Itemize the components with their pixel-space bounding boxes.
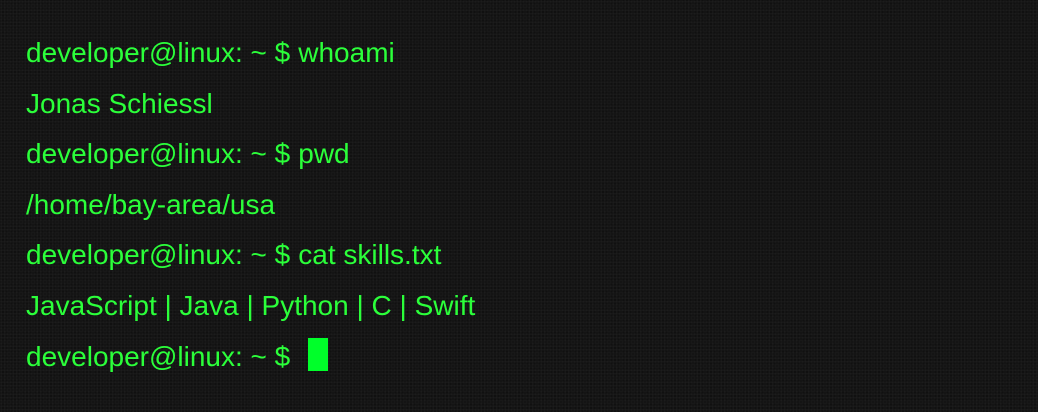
command-output: Jonas Schiessl <box>26 85 1038 136</box>
terminal-window[interactable]: developer@linux: ~ $ whoami Jonas Schiess… <box>0 0 1038 412</box>
command-line: developer@linux: ~ $ pwd <box>26 135 1038 186</box>
prompt: developer@linux: ~ $ <box>26 138 291 170</box>
command-line: developer@linux: ~ $ cat skills.txt <box>26 236 1038 287</box>
active-command-line[interactable]: developer@linux: ~ $ <box>26 337 1038 389</box>
output-text: JavaScript | Java | Python | C | Swift <box>26 289 476 321</box>
block-cursor <box>308 337 329 371</box>
prompt: developer@linux: ~ $ <box>26 239 291 271</box>
command-text: whoami <box>298 37 395 68</box>
prompt: developer@linux: ~ $ <box>26 340 291 372</box>
output-text: Jonas Schiessl <box>26 87 213 119</box>
command-text: pwd <box>298 138 350 170</box>
command-output: JavaScript | Java | Python | C | Swift <box>26 287 1038 338</box>
command-output: /home/bay-area/usa <box>26 186 1038 237</box>
command-line: developer@linux: ~ $ whoami <box>26 34 1038 85</box>
output-text: /home/bay-area/usa <box>26 188 276 220</box>
command-text: cat skills.txt <box>298 239 442 271</box>
prompt: developer@linux: ~ $ <box>26 37 291 68</box>
